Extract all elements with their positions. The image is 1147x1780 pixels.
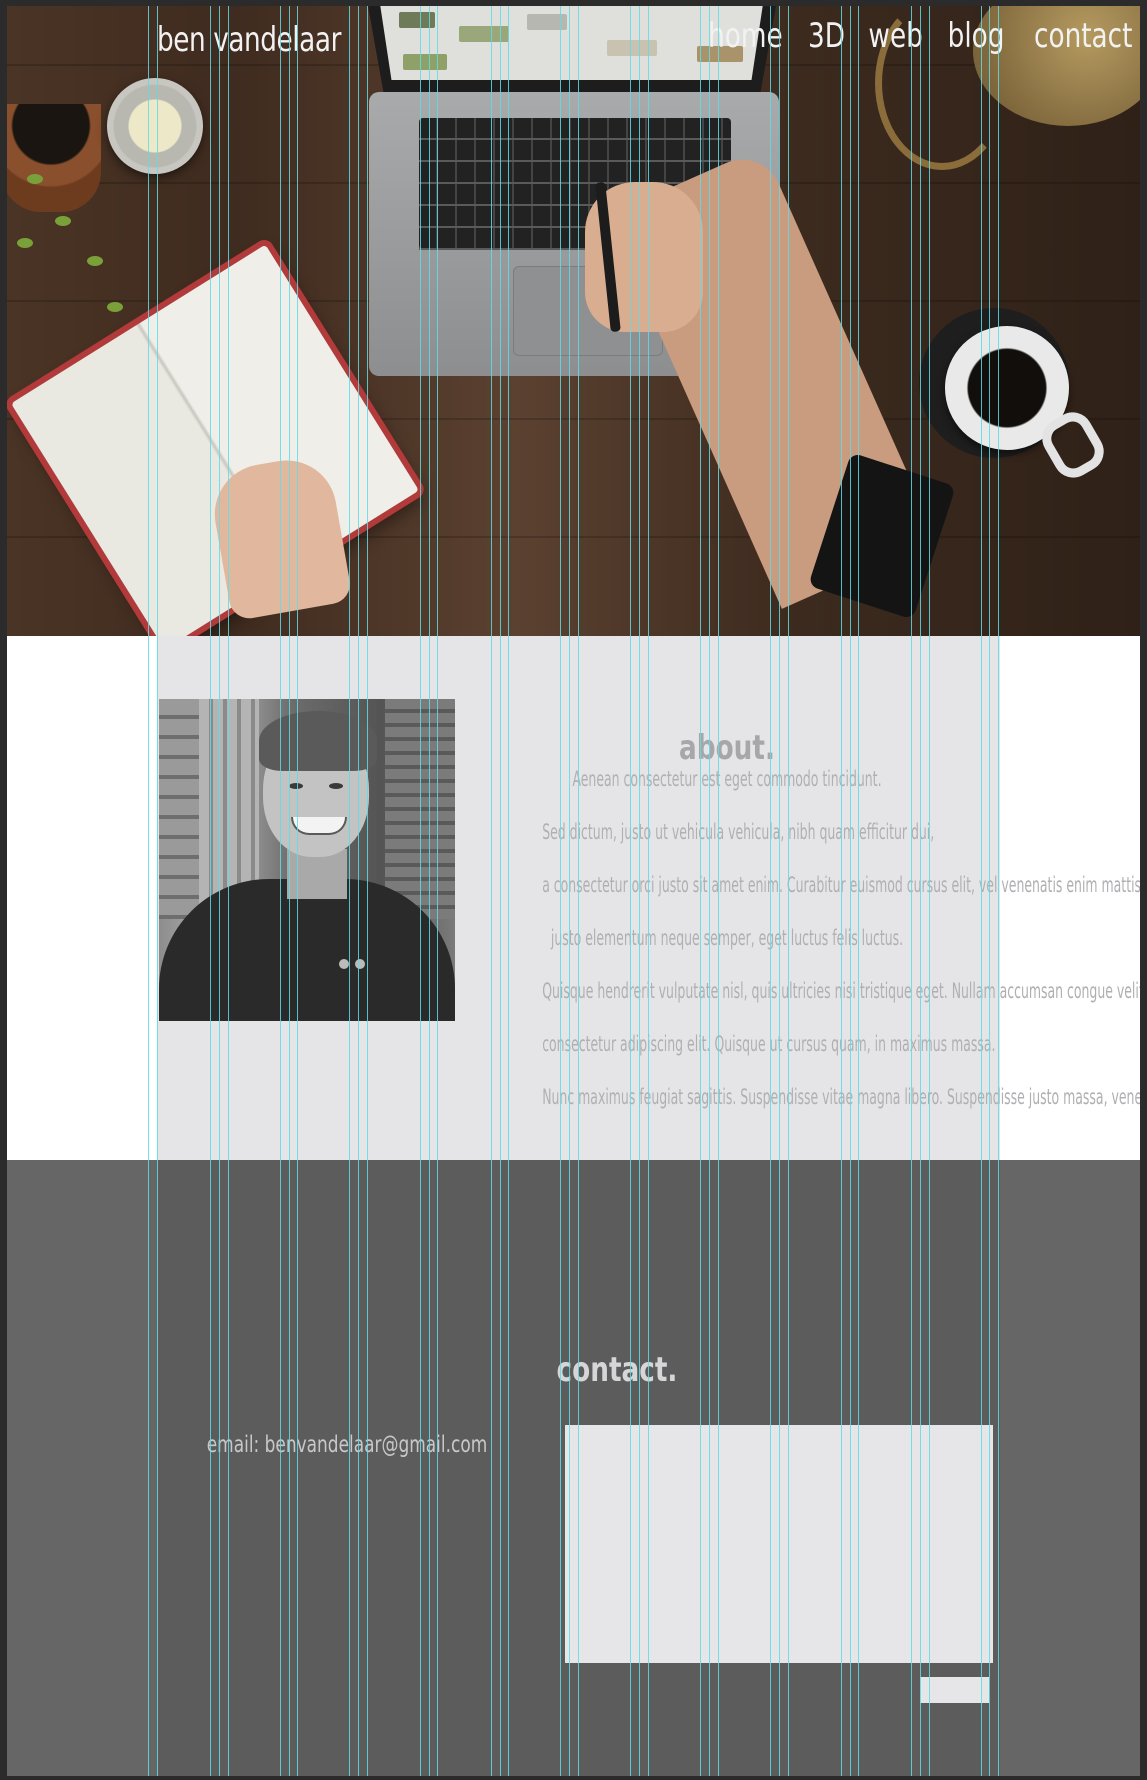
contact-heading: contact.: [556, 1350, 678, 1391]
contact-section: contact. email: benvandelaar@gmail.com: [7, 1160, 1140, 1776]
main-nav: home 3D web blog contact: [702, 16, 1140, 56]
plant-leaf: [27, 174, 43, 184]
send-button[interactable]: [920, 1677, 989, 1703]
hero-section: ben vandelaar home 3D web blog contact: [7, 6, 1140, 636]
plant-leaf: [107, 302, 123, 312]
plant-leaf: [55, 216, 71, 226]
nav-home[interactable]: home: [709, 16, 784, 56]
profile-photo: [159, 699, 455, 1021]
about-line: Sed dictum, justo ut vehicula vehicula, …: [542, 820, 935, 844]
about-line: consectetur adipiscing elit. Quisque ut …: [542, 1032, 996, 1056]
photo-eye: [289, 783, 303, 789]
photo-hair: [259, 711, 377, 771]
screen-thumbnail: [527, 14, 567, 30]
photo-jacket: [159, 879, 455, 1021]
site-logo[interactable]: ben vandelaar: [157, 20, 341, 60]
photo-building: [385, 699, 455, 919]
contact-email[interactable]: email: benvandelaar@gmail.com: [134, 1432, 560, 1458]
open-notebook: [10, 244, 420, 636]
about-body: Aenean consectetur est eget commodo tinc…: [542, 753, 1140, 1124]
nav-3d[interactable]: 3D: [808, 16, 845, 56]
about-line: Quisque hendrerit vulputate nisl, quis u…: [542, 979, 1140, 1003]
about-line: Nunc maximus feugiat sagittis. Suspendis…: [542, 1085, 1140, 1109]
artboard: ben vandelaar home 3D web blog contact a…: [7, 6, 1140, 1776]
candle: [107, 78, 203, 174]
about-line: a consectetur orci justo sit amet enim. …: [542, 873, 1140, 897]
plant-pot: [7, 104, 101, 212]
plant-leaf: [87, 256, 103, 266]
screen-thumbnail: [459, 26, 509, 42]
about-section: about. Aenean consectetur est eget commo…: [7, 636, 1140, 1160]
nav-contact[interactable]: contact: [1034, 16, 1132, 56]
photo-eye: [329, 783, 343, 789]
nav-blog[interactable]: blog: [948, 16, 1005, 56]
nav-web[interactable]: web: [869, 16, 923, 56]
photo-jacket-button: [339, 959, 349, 969]
screen-thumbnail: [607, 40, 657, 56]
photo-jacket-button: [355, 959, 365, 969]
about-line: Aenean consectetur est eget commodo tinc…: [572, 767, 882, 791]
screen-thumbnail: [403, 54, 447, 70]
plant-leaf: [17, 238, 33, 248]
message-textarea[interactable]: [565, 1425, 993, 1663]
about-line: justo elementum neque semper, eget luctu…: [550, 926, 904, 950]
screen-thumbnail: [399, 12, 435, 28]
